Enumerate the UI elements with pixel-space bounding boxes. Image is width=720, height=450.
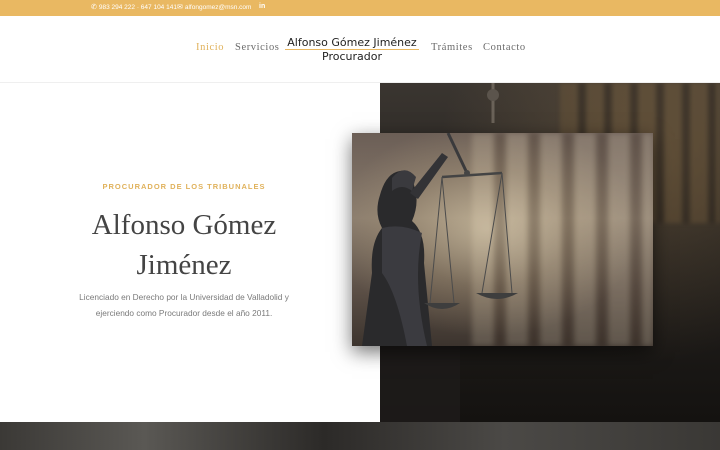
phone-icon: ✆ [91, 4, 97, 11]
linkedin-icon[interactable]: in [259, 3, 265, 10]
nav-item-tramites[interactable]: Trámites [431, 42, 473, 53]
hero-title-line2: Jiménez [136, 249, 232, 281]
nav-item-contacto[interactable]: Contacto [483, 42, 526, 53]
email-text: alfongomez@msn.com [184, 4, 252, 11]
hero-text-section: PROCURADOR DE LOS TRIBUNALES Alfonso Góm… [0, 83, 380, 422]
top-bar: ✆ 983 294 222 · 647 104 141 ✉ alfongomez… [0, 0, 720, 16]
site-header: Inicio Servicios Alfonso Gómez Jiménez P… [0, 16, 720, 83]
hero-description: Licenciado en Derecho por la Universidad… [79, 292, 289, 318]
logo-subtitle: Procurador [322, 50, 382, 63]
topbar-phone[interactable]: ✆ 983 294 222 · 647 104 141 [91, 4, 177, 11]
hero-title: Alfonso Gómez Jiménez [0, 205, 368, 285]
envelope-icon: ✉ [177, 4, 183, 11]
hero-kicker: PROCURADOR DE LOS TRIBUNALES [102, 182, 266, 191]
nav-item-inicio[interactable]: Inicio [196, 42, 224, 53]
topbar-email[interactable]: ✉ alfongomez@msn.com [177, 4, 251, 11]
nav-item-servicios[interactable]: Servicios [235, 42, 279, 53]
hero-title-line1: Alfonso Gómez [91, 209, 277, 241]
site-logo[interactable]: Alfonso Gómez Jiménez Procurador [282, 36, 422, 63]
phone-text: 983 294 222 · 647 104 141 [98, 4, 177, 11]
justice-statue-photo [352, 133, 653, 346]
lady-justice-scale-icon [362, 133, 518, 346]
bottom-strip [0, 422, 720, 450]
logo-name: Alfonso Gómez Jiménez [285, 36, 419, 50]
